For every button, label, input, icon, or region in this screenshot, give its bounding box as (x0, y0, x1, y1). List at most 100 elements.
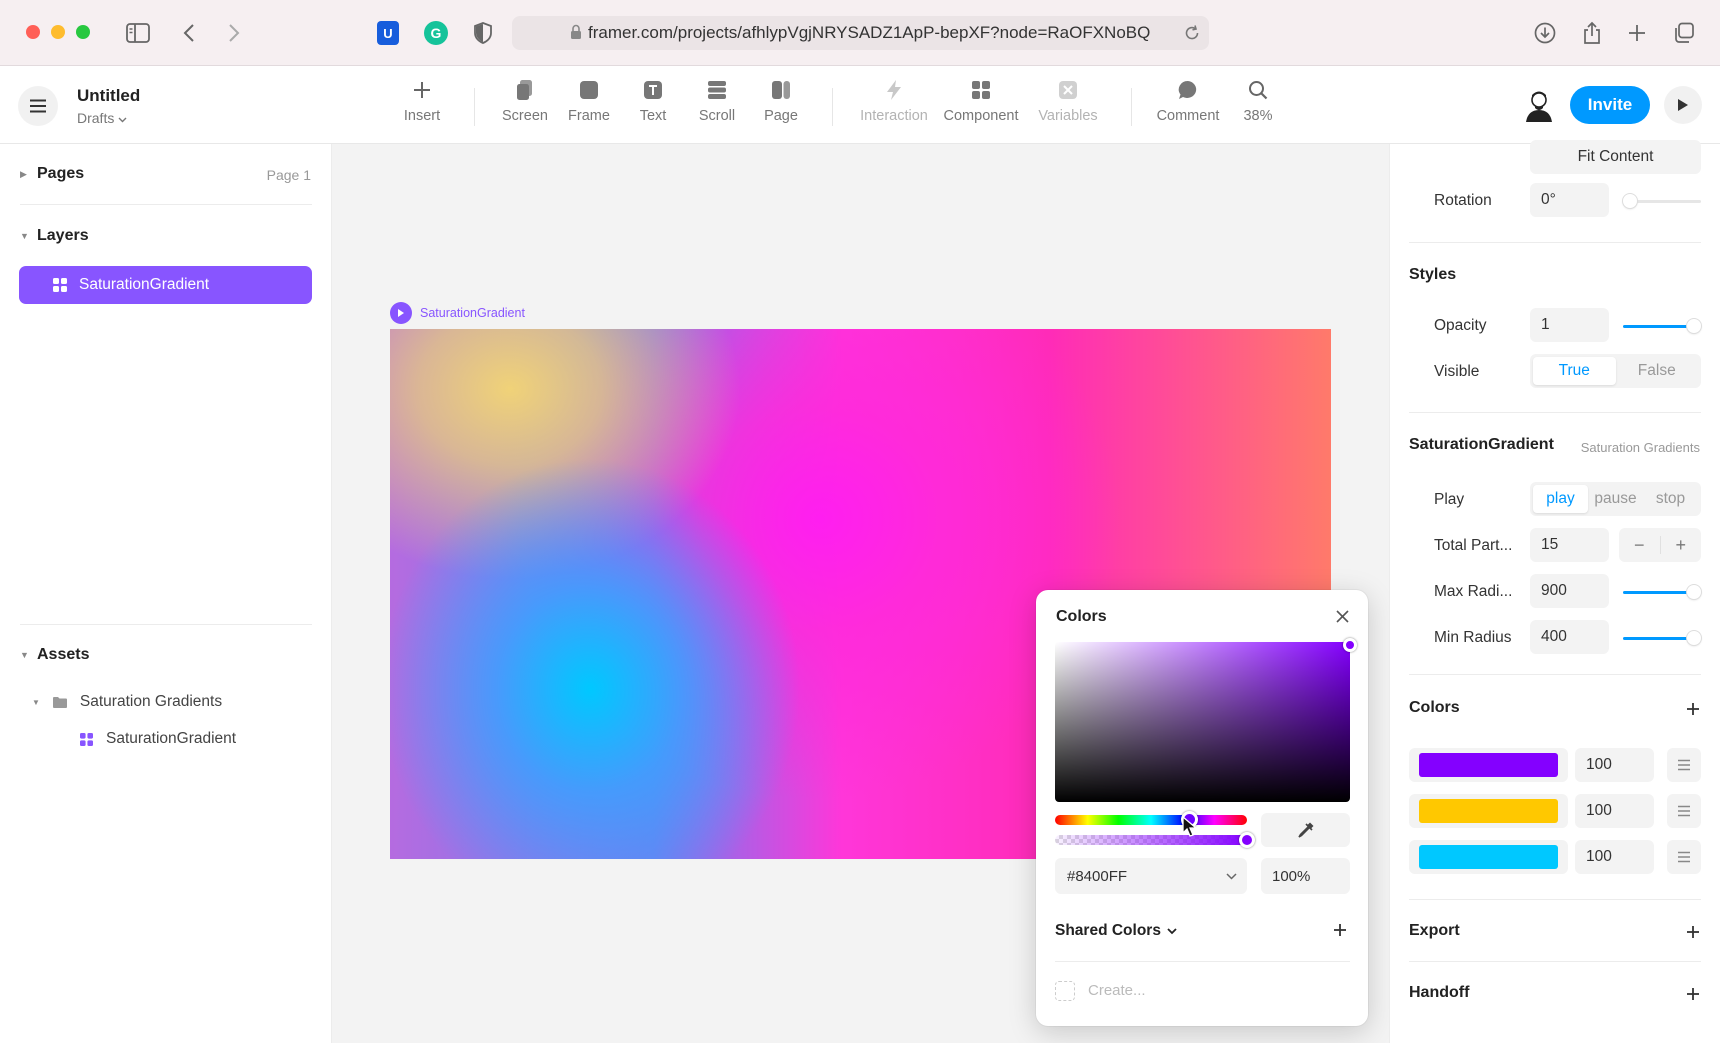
fit-content-button[interactable]: Fit Content (1530, 140, 1701, 174)
folder-name: Saturation Gradients (79, 693, 223, 710)
total-particles-input[interactable]: 15 (1530, 528, 1609, 562)
current-page-label[interactable]: Page 1 (267, 167, 311, 183)
opacity-slider-knob[interactable] (1687, 319, 1701, 333)
new-tab-icon[interactable] (1624, 20, 1650, 46)
zoom-level: 38% (1243, 108, 1273, 124)
shared-colors-toggle[interactable]: Shared Colors (1055, 922, 1177, 940)
invite-button[interactable]: Invite (1570, 86, 1650, 124)
divider (1409, 412, 1701, 413)
color-opacity-input[interactable]: 100 (1575, 794, 1654, 828)
export-section-title[interactable]: Export (1409, 922, 1460, 940)
caret-down-icon: ▼ (20, 650, 29, 660)
min-radius-input[interactable]: 400 (1530, 620, 1609, 654)
layers-section-header[interactable]: ▼ Layers (20, 227, 89, 245)
eyedropper-button[interactable] (1261, 813, 1350, 847)
tool-label: Comment (1156, 108, 1220, 124)
component-icon (53, 278, 67, 297)
pause-option[interactable]: pause (1588, 485, 1643, 513)
main-menu-button[interactable] (18, 86, 58, 126)
close-icon[interactable] (1332, 606, 1352, 626)
visible-toggle[interactable]: True False (1530, 354, 1701, 388)
avatar[interactable] (1522, 88, 1556, 122)
tab-overview-icon[interactable] (1671, 20, 1697, 46)
alpha-input[interactable]: 100% (1261, 858, 1350, 894)
lock-icon (570, 24, 582, 45)
min-radius-slider-knob[interactable] (1687, 631, 1701, 645)
max-radius-slider-knob[interactable] (1687, 585, 1701, 599)
address-bar[interactable]: framer.com/projects/afhlypVgjNRYSADZ1ApP… (512, 16, 1209, 50)
pages-section-header[interactable]: ▶ Pages (20, 165, 84, 183)
tool-component[interactable]: Component (936, 78, 1026, 124)
minimize-window-button[interactable] (51, 25, 65, 39)
color-opacity-input[interactable]: 100 (1575, 840, 1654, 874)
alpha-slider[interactable] (1055, 835, 1247, 845)
saturation-value-area[interactable] (1055, 642, 1350, 802)
visible-true-option[interactable]: True (1533, 357, 1616, 385)
asset-folder[interactable]: ▼ Saturation Gradients (32, 693, 222, 711)
tool-variables[interactable]: Variables (1023, 78, 1113, 124)
add-handoff-button[interactable] (1684, 985, 1702, 1003)
component-icon (969, 78, 993, 102)
styles-section-title: Styles (1409, 266, 1457, 283)
visible-false-option[interactable]: False (1616, 357, 1699, 385)
color-row-menu-button[interactable] (1667, 748, 1701, 782)
chevron-down-icon (1167, 927, 1177, 934)
tool-page[interactable]: Page (736, 78, 826, 124)
opacity-slider[interactable] (1623, 319, 1701, 333)
plus-icon (1687, 988, 1699, 1000)
tool-interaction[interactable]: Interaction (849, 78, 939, 124)
document-location[interactable]: Drafts (77, 110, 127, 126)
privacy-shield-icon[interactable] (470, 20, 496, 46)
close-window-button[interactable] (26, 25, 40, 39)
alpha-slider-handle[interactable] (1239, 832, 1255, 848)
increment-button[interactable]: + (1661, 528, 1702, 562)
color-row-menu-button[interactable] (1667, 840, 1701, 874)
max-radius-slider[interactable] (1623, 585, 1701, 599)
min-radius-slider[interactable] (1623, 631, 1701, 645)
asset-item[interactable]: SaturationGradient (80, 730, 236, 748)
add-shared-color-button[interactable] (1330, 920, 1350, 940)
add-export-button[interactable] (1684, 923, 1702, 941)
decrement-button[interactable]: − (1619, 528, 1660, 562)
document-title[interactable]: Untitled (77, 86, 140, 106)
hex-input[interactable]: #8400FF (1055, 858, 1247, 894)
zoom-window-button[interactable] (76, 25, 90, 39)
sidebar-toggle-icon[interactable] (125, 20, 151, 46)
hue-slider[interactable] (1055, 815, 1247, 825)
saturation-value-handle[interactable] (1343, 638, 1357, 652)
back-icon[interactable] (176, 20, 202, 46)
chevron-down-icon[interactable] (1221, 866, 1241, 886)
color-row-menu-button[interactable] (1667, 794, 1701, 828)
zoom-control[interactable]: 38% (1213, 78, 1303, 124)
tool-insert[interactable]: Insert (377, 78, 467, 124)
add-color-button[interactable] (1684, 700, 1702, 718)
color-opacity-input[interactable]: 100 (1575, 748, 1654, 782)
component-source-label[interactable]: Saturation Gradients (1581, 440, 1700, 455)
max-radius-input[interactable]: 900 (1530, 574, 1609, 608)
rotation-slider[interactable] (1623, 194, 1701, 208)
preview-button[interactable] (1664, 86, 1702, 124)
assets-section-header[interactable]: ▼ Assets (20, 646, 89, 664)
stop-option[interactable]: stop (1643, 485, 1698, 513)
layer-item-selected[interactable]: SaturationGradient (19, 266, 312, 304)
rotation-slider-knob[interactable] (1623, 194, 1637, 208)
downloads-icon[interactable] (1532, 20, 1558, 46)
total-particles-stepper[interactable]: − + (1619, 528, 1701, 562)
play-control[interactable]: play pause stop (1530, 482, 1701, 516)
forward-icon[interactable] (221, 20, 247, 46)
text-icon (641, 78, 665, 102)
grammarly-extension-icon[interactable]: G (424, 21, 448, 45)
rotation-input[interactable]: 0° (1530, 183, 1609, 217)
opacity-input[interactable]: 1 (1530, 308, 1609, 342)
create-shared-color-field[interactable]: Create... (1088, 982, 1146, 999)
popover-title: Colors (1056, 608, 1107, 625)
frame-label[interactable]: SaturationGradient (390, 302, 525, 324)
tool-label: Text (639, 108, 667, 124)
browser-chrome: U G framer.com/projects/afhlypVgjNRYSADZ… (0, 0, 1720, 66)
share-icon[interactable] (1579, 20, 1605, 46)
handoff-section-title[interactable]: Handoff (1409, 984, 1469, 1002)
bitwarden-extension-icon[interactable]: U (377, 21, 399, 45)
play-option[interactable]: play (1533, 485, 1588, 513)
opacity-label: Opacity (1434, 317, 1487, 334)
reload-icon[interactable] (1183, 24, 1201, 47)
